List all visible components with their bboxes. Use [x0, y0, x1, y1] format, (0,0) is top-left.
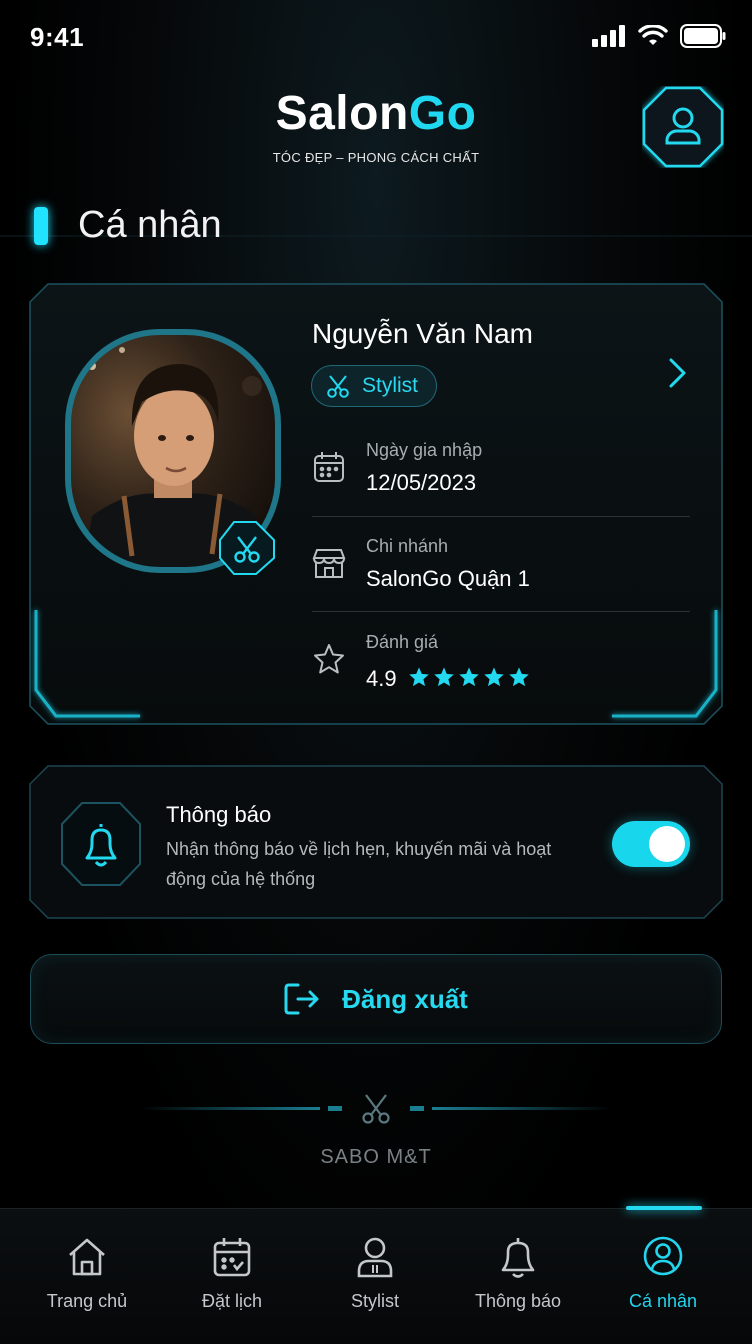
- nav-item-home[interactable]: Trang chủ: [12, 1209, 162, 1344]
- branch-label: Chi nhánh: [366, 536, 449, 556]
- logout-button[interactable]: Đăng xuất: [30, 954, 722, 1044]
- divider: [312, 611, 690, 612]
- profile-screen: 9:41 SalonGo TÓC ĐẸP – PHONG CÁCH CHẤT C…: [0, 0, 752, 1344]
- profile-name: Nguyễn Văn Nam: [312, 318, 534, 349]
- logo-salon: Salon: [275, 87, 409, 140]
- branch-row: Chi nhánh SalonGo Quận 1: [312, 536, 692, 596]
- user-icon: [643, 1236, 683, 1276]
- footer-ornament: [140, 1094, 612, 1124]
- logo-go: Go: [408, 87, 477, 140]
- app-logo: SalonGo: [0, 86, 752, 141]
- nav-label: Thông báo: [474, 1291, 562, 1311]
- stylist-badge: [219, 521, 275, 575]
- bell-icon: [501, 1238, 535, 1278]
- chevron-right-icon[interactable]: [662, 356, 692, 390]
- notification-icon-badge: [61, 802, 141, 886]
- store-icon: [312, 549, 346, 578]
- status-time: 9:41: [30, 22, 85, 52]
- bottom-nav: Trang chủ Đặt lịch Stylist Thông báo Cá …: [0, 1208, 752, 1344]
- branch-value: SalonGo Quận 1: [366, 566, 530, 591]
- logout-label: Đăng xuất: [342, 983, 468, 1014]
- status-icons: [592, 24, 726, 48]
- star-icon: [434, 667, 454, 687]
- nav-active-indicator: [626, 1206, 702, 1210]
- scissors-icon: [362, 1094, 390, 1124]
- nav-label: Trang chủ: [46, 1291, 128, 1311]
- toggle-knob: [649, 826, 685, 862]
- home-icon: [69, 1238, 105, 1276]
- calendar-icon: [213, 1238, 251, 1277]
- logout-icon: [284, 983, 319, 1015]
- role-label: Stylist: [362, 374, 419, 397]
- footer-brand: SABO M&T: [320, 1146, 432, 1168]
- star-outline-icon: [314, 644, 344, 674]
- star-icon: [484, 667, 504, 687]
- header-profile-button[interactable]: [642, 86, 724, 168]
- join-date-value: 12/05/2023: [366, 470, 477, 495]
- rating-value: 4.9: [366, 666, 397, 691]
- title-accent-bar: [34, 206, 48, 245]
- star-icon: [509, 667, 529, 687]
- page-title-row: Cá nhân: [34, 204, 222, 247]
- scissors-icon: [327, 375, 349, 398]
- star-icon: [459, 667, 479, 687]
- join-date-row: Ngày gia nhập 12/05/2023: [312, 440, 692, 500]
- rating-stars: [408, 666, 530, 688]
- nav-label: Cá nhân: [628, 1291, 698, 1311]
- page-title: Cá nhân: [78, 204, 222, 246]
- signal-icon: [592, 25, 625, 47]
- status-bar: 9:41: [0, 0, 752, 72]
- wifi-icon: [638, 25, 668, 45]
- notification-title: Thông báo: [166, 802, 272, 827]
- nav-item-booking[interactable]: Đặt lịch: [157, 1209, 307, 1344]
- nav-label: Stylist: [350, 1291, 399, 1311]
- divider: [312, 516, 690, 517]
- role-badge: Stylist: [311, 365, 438, 407]
- rating-label: Đánh giá: [366, 632, 439, 652]
- nav-label: Đặt lịch: [201, 1291, 263, 1311]
- nav-item-stylist[interactable]: Stylist: [300, 1209, 450, 1344]
- battery-icon: [680, 24, 726, 48]
- nav-item-profile[interactable]: Cá nhân: [588, 1209, 738, 1344]
- join-date-label: Ngày gia nhập: [366, 440, 483, 460]
- tagline: TÓC ĐẸP – PHONG CÁCH CHẤT: [272, 150, 480, 165]
- calendar-icon: [314, 452, 344, 482]
- nav-item-notifications[interactable]: Thông báo: [443, 1209, 593, 1344]
- star-icon: [409, 667, 429, 687]
- avatar[interactable]: [62, 326, 284, 576]
- notification-toggle[interactable]: [612, 821, 690, 867]
- notification-description: Nhận thông báo về lịch hẹn, khuyến mãi v…: [166, 839, 552, 889]
- stylist-icon: [357, 1237, 393, 1278]
